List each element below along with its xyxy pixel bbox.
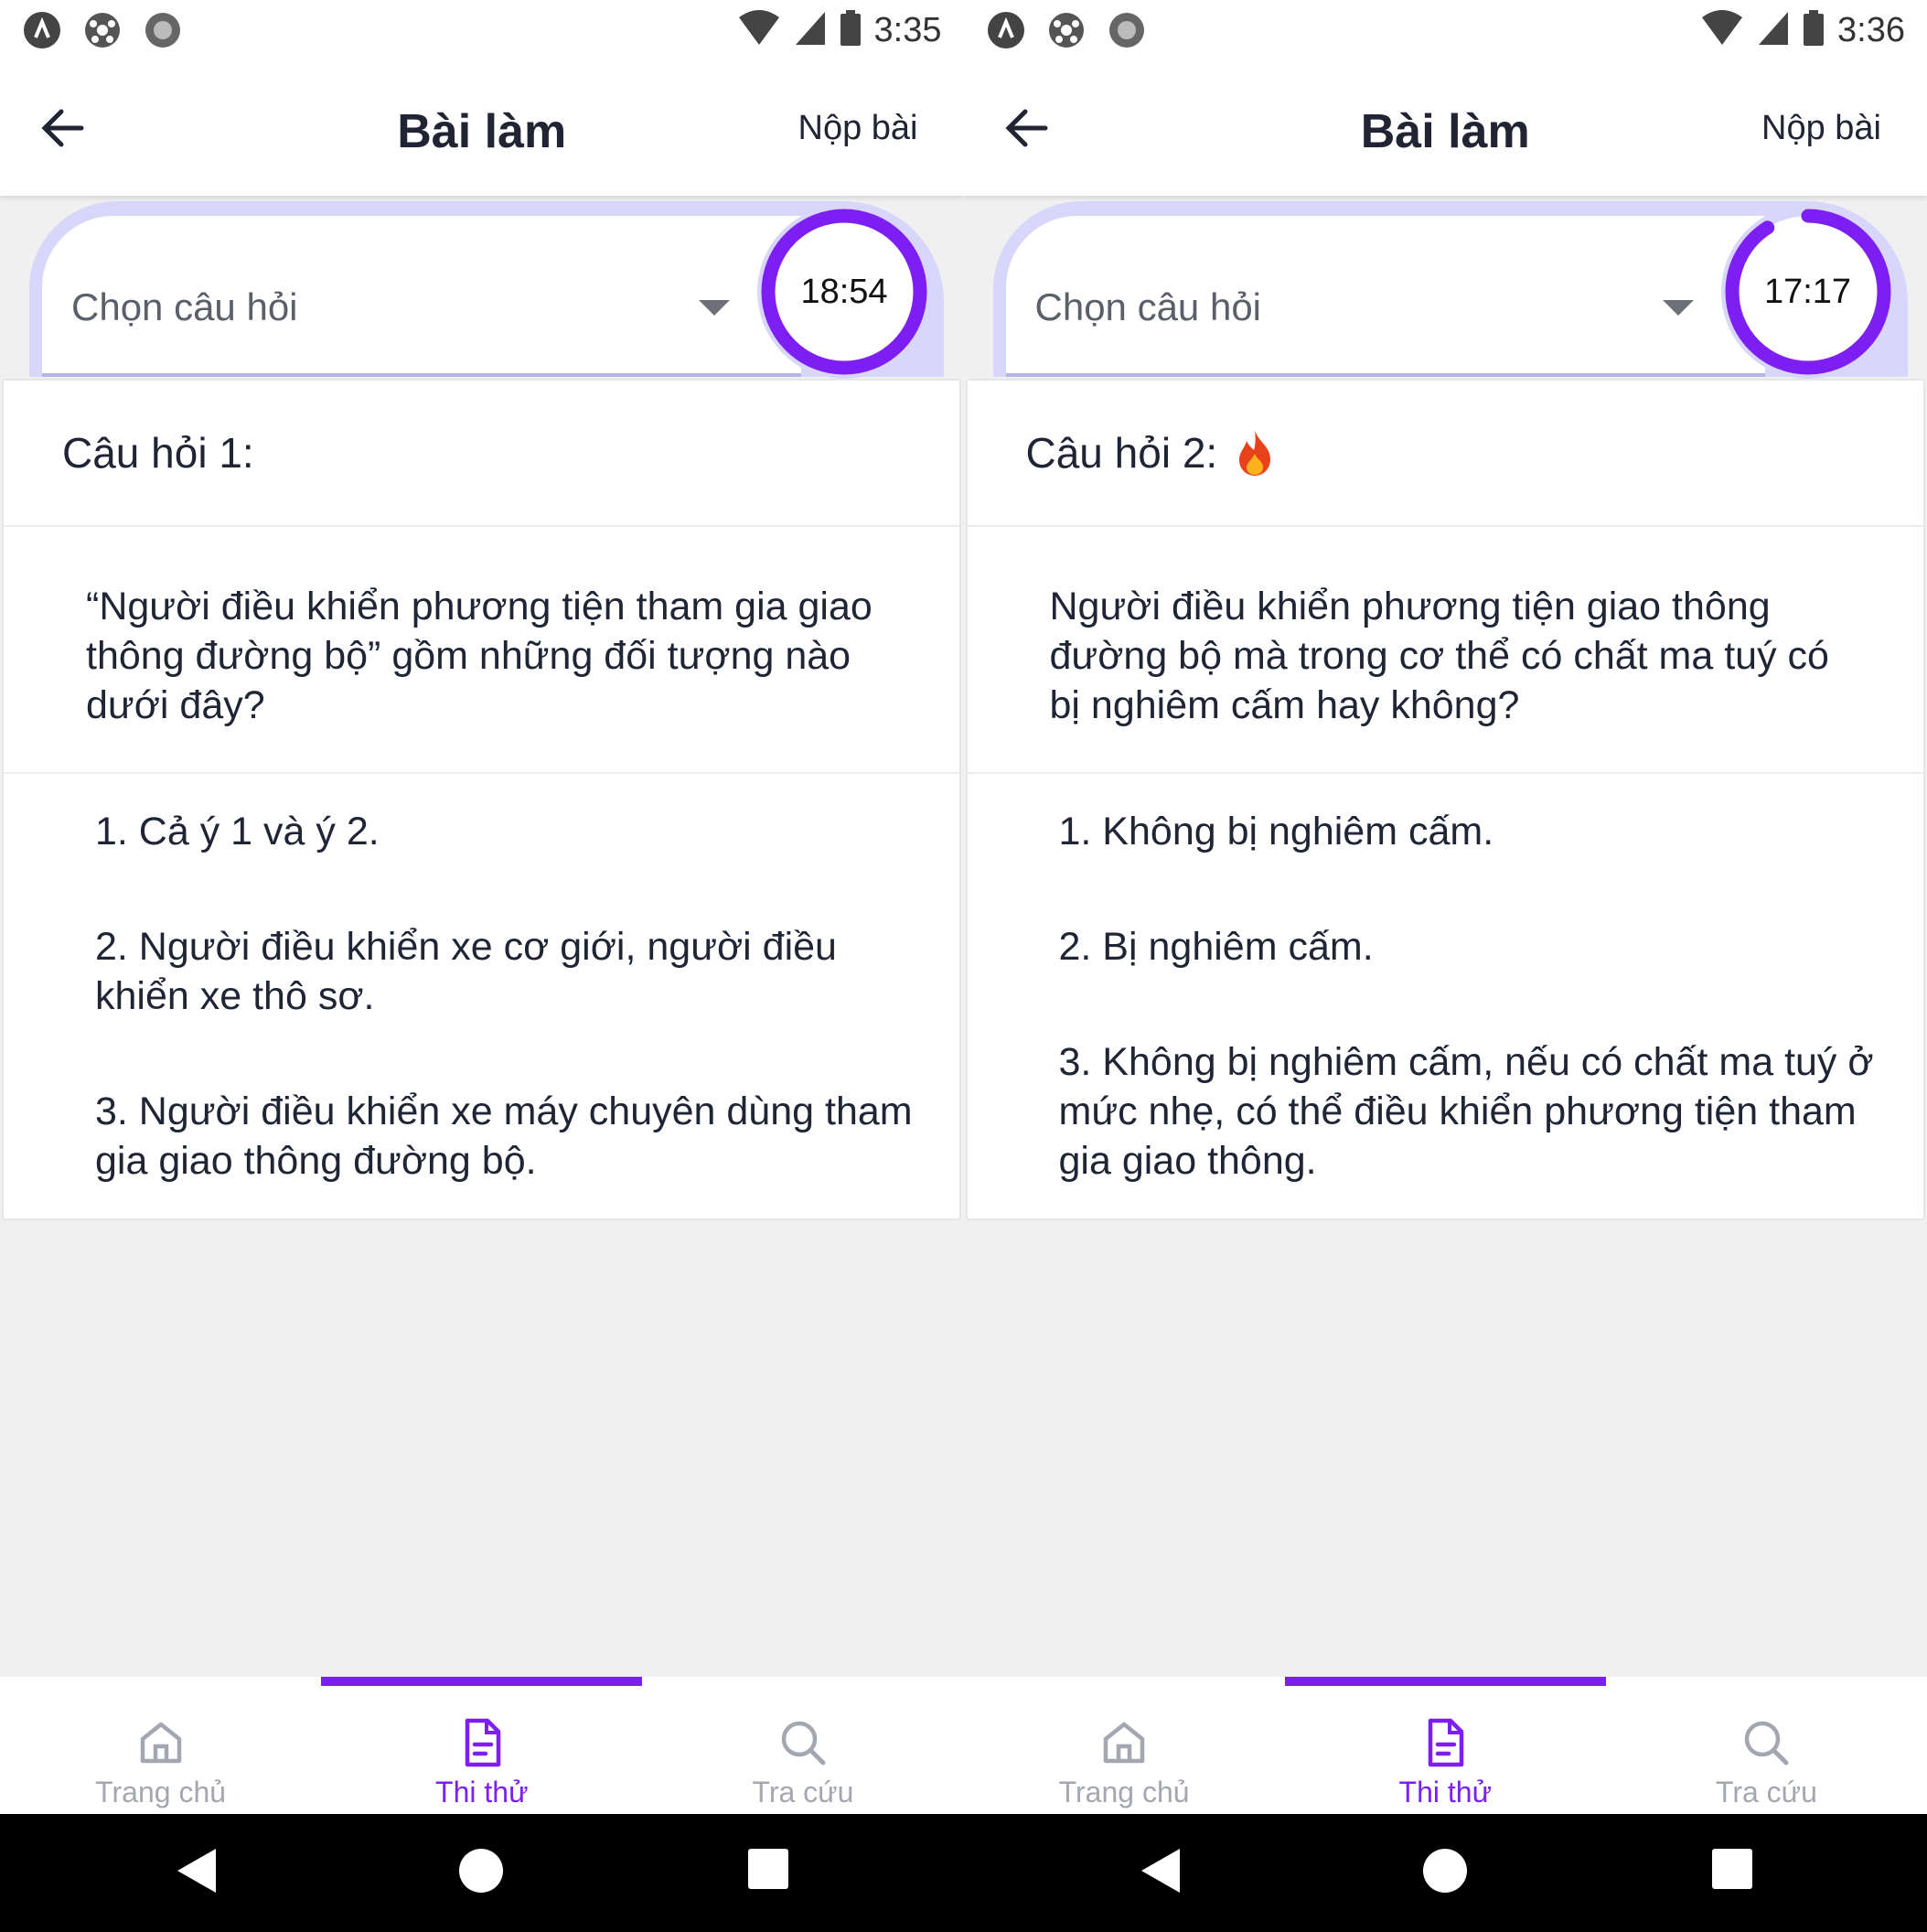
answer-option[interactable]: 3. Không bị nghiêm cấm, nếu có chất ma t… <box>1059 1037 1887 1186</box>
signal-icon <box>1757 10 1790 51</box>
active-tab-indicator <box>321 1677 643 1686</box>
battery-icon <box>1803 9 1825 51</box>
answer-list: 1. Cả ý 1 và ý 2. 2. Người điều khiển xe… <box>4 774 959 1186</box>
question-number: Câu hỏi 1: <box>62 429 254 477</box>
nav-search[interactable]: Tra cứu <box>1606 1677 1927 1814</box>
wifi-icon <box>737 9 781 51</box>
dropdown-caret-icon <box>1662 300 1694 316</box>
dropdown-caret-icon <box>699 300 730 316</box>
answer-option[interactable]: 3. Người điều khiển xe máy chuyên dùng t… <box>95 1087 923 1186</box>
clock: 3:35 <box>873 10 942 49</box>
answer-option[interactable]: 1. Không bị nghiêm cấm. <box>1059 807 1887 856</box>
bottom-navigation: Trang chủ Thi thử Tra cứu <box>963 1677 1927 1814</box>
wifi-icon <box>1700 9 1744 51</box>
nav-home-icon[interactable] <box>457 1847 505 1894</box>
app-notification-icon <box>986 10 1026 50</box>
nav-home[interactable]: Trang chủ <box>0 1677 321 1814</box>
question-text: Người điều khiển phương tiện giao thông … <box>967 527 1923 774</box>
question-card: Câu hỏi 2: Người điều khiển phương tiện … <box>965 379 1925 1220</box>
active-tab-indicator <box>1284 1677 1606 1686</box>
submit-button[interactable]: Nộp bài <box>1761 109 1881 148</box>
question-select[interactable]: Chọn câu hỏi <box>1005 216 1765 377</box>
app-bar: Bài làm Nộp bài <box>963 60 1927 196</box>
question-selector-area: Chọn câu hỏi 17:17 <box>963 196 1927 379</box>
countdown-timer: 17:17 <box>1720 205 1895 379</box>
bottom-navigation: Trang chủ Thi thử Tra cứu <box>0 1677 964 1814</box>
answer-option[interactable]: 1. Cả ý 1 và ý 2. <box>95 807 923 856</box>
screen-2: 3:36 Bài làm Nộp bài Chọn câu hỏi 17:17 … <box>963 0 1927 1814</box>
nav-back-icon[interactable] <box>174 1847 219 1894</box>
question-header: Câu hỏi 2: <box>967 381 1923 527</box>
battery-icon <box>840 9 862 51</box>
selector-background: Chọn câu hỏi 18:54 <box>29 201 944 379</box>
timer-text: 17:17 <box>1763 273 1852 311</box>
screen-1: 3:35 Bài làm Nộp bài Chọn câu hỏi 18:54 … <box>0 0 964 1814</box>
record-icon <box>143 10 183 50</box>
nav-home-label: Trang chủ <box>1058 1776 1190 1809</box>
question-text: “Người điều khiển phương tiện tham gia g… <box>4 527 959 774</box>
nav-search-label: Tra cứu <box>1715 1776 1817 1809</box>
nav-home-label: Trang chủ <box>95 1776 227 1809</box>
search-icon <box>1745 1721 1789 1766</box>
record-icon <box>1107 10 1147 50</box>
soccer-ball-icon <box>82 10 123 50</box>
nav-recents-icon[interactable] <box>746 1847 790 1891</box>
question-select[interactable]: Chọn câu hỏi <box>42 216 801 377</box>
soccer-ball-icon <box>1046 10 1087 50</box>
answer-option[interactable]: 2. Người điều khiển xe cơ giới, người đi… <box>95 922 923 1021</box>
nav-search[interactable]: Tra cứu <box>642 1677 963 1814</box>
nav-back-icon[interactable] <box>1138 1847 1183 1894</box>
question-number: Câu hỏi 2: <box>1025 429 1218 477</box>
countdown-timer: 18:54 <box>757 205 931 379</box>
selector-background: Chọn câu hỏi 17:17 <box>992 201 1908 379</box>
clock: 3:36 <box>1837 10 1905 49</box>
submit-button[interactable]: Nộp bài <box>798 109 918 148</box>
signal-icon <box>794 10 827 51</box>
document-icon <box>1429 1718 1464 1767</box>
app-notification-icon <box>22 10 62 50</box>
nav-recents-icon[interactable] <box>1710 1847 1754 1891</box>
status-bar: 3:35 <box>0 0 964 60</box>
timer-text: 18:54 <box>800 273 888 311</box>
search-icon <box>781 1721 826 1766</box>
question-select-placeholder: Chọn câu hỏi <box>71 285 298 328</box>
nav-search-label: Tra cứu <box>752 1776 854 1809</box>
answer-list: 1. Không bị nghiêm cấm. 2. Bị nghiêm cấm… <box>968 774 1923 1186</box>
document-icon <box>465 1718 500 1767</box>
question-header: Câu hỏi 1: <box>4 381 959 527</box>
nav-test-label: Thi thử <box>435 1776 529 1809</box>
status-bar: 3:36 <box>963 0 1927 60</box>
home-icon <box>140 1722 181 1764</box>
nav-test[interactable]: Thi thử <box>321 1677 643 1814</box>
question-selector-area: Chọn câu hỏi 18:54 <box>0 196 964 379</box>
nav-test-label: Thi thử <box>1398 1776 1492 1809</box>
system-navigation-bar <box>0 1814 1927 1932</box>
fire-icon <box>1239 430 1271 476</box>
app-bar: Bài làm Nộp bài <box>0 60 964 196</box>
question-select-placeholder: Chọn câu hỏi <box>1034 285 1262 328</box>
nav-home[interactable]: Trang chủ <box>964 1677 1285 1814</box>
nav-home-icon[interactable] <box>1421 1847 1469 1894</box>
nav-test[interactable]: Thi thử <box>1284 1677 1606 1814</box>
home-icon <box>1103 1722 1145 1764</box>
question-card: Câu hỏi 1: “Người điều khiển phương tiện… <box>2 379 961 1220</box>
answer-option[interactable]: 2. Bị nghiêm cấm. <box>1059 922 1887 971</box>
